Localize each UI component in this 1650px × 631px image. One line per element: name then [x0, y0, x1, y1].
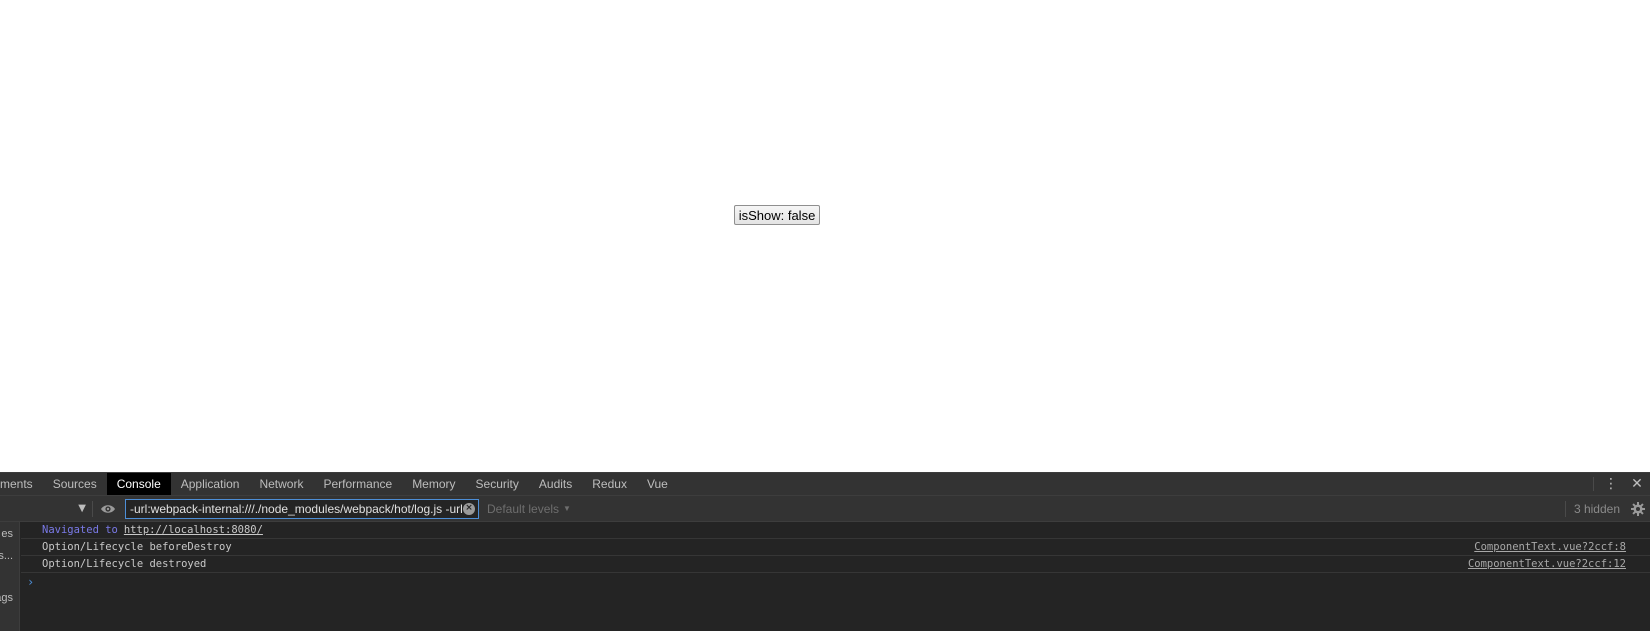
console-source-link[interactable]: ComponentText.vue?2ccf:12	[1468, 558, 1626, 570]
filter-field: ×	[125, 498, 479, 519]
tab-console[interactable]: Console	[106, 473, 171, 495]
log-levels-dropdown[interactable]: Default levels ▼	[487, 502, 571, 516]
devtools-tabs: ments Sources Console Application Networ…	[0, 473, 678, 495]
clear-filter-icon[interactable]: ×	[463, 502, 475, 515]
toolbar-right: 3 hidden	[1564, 497, 1650, 521]
filter-input[interactable]	[126, 499, 462, 518]
tab-application[interactable]: Application	[171, 473, 250, 495]
navigated-prefix: Navigated to	[42, 524, 118, 536]
context-select-dropdown[interactable]: ▼	[0, 496, 92, 522]
console-message: Option/Lifecycle destroyed ComponentText…	[21, 556, 1650, 573]
tab-security[interactable]: Security	[466, 473, 529, 495]
tab-vue[interactable]: Vue	[637, 473, 678, 495]
tab-elements[interactable]: ments	[0, 473, 43, 495]
chevron-down-icon: ▼	[563, 504, 571, 513]
hidden-count-badge: 3 hidden	[1573, 501, 1620, 516]
console-sidebar: es s... ags	[0, 522, 20, 631]
console-toolbar: ▼ × Default levels ▼ 3 hidden	[0, 496, 1650, 522]
tabbar-actions: ⋮ ✕	[1589, 473, 1650, 495]
sidebar-item-errors[interactable]: s...	[0, 550, 13, 562]
console-source-link[interactable]: ComponentText.vue?2ccf:8	[1474, 541, 1626, 553]
console-message-text: Option/Lifecycle beforeDestroy	[42, 541, 232, 553]
console-message-navigated: Navigated to http://localhost:8080/	[21, 522, 1650, 539]
tab-sources[interactable]: Sources	[43, 473, 107, 495]
navigated-url-link[interactable]: http://localhost:8080/	[124, 524, 263, 536]
console-message-text: Option/Lifecycle destroyed	[42, 558, 207, 570]
sidebar-item-messages[interactable]: es	[1, 528, 13, 540]
devtools-tabbar: ments Sources Console Application Networ…	[0, 472, 1650, 496]
tab-performance[interactable]: Performance	[313, 473, 402, 495]
chevron-down-icon: ▼	[78, 503, 86, 514]
console-output: Navigated to http://localhost:8080/ Opti…	[21, 522, 1650, 631]
is-show-toggle-button[interactable]: isShow: false	[734, 205, 820, 225]
tab-redux[interactable]: Redux	[582, 473, 637, 495]
more-menu-icon[interactable]: ⋮	[1598, 473, 1624, 495]
log-levels-label: Default levels	[487, 501, 560, 516]
page-viewport: isShow: false	[0, 0, 1650, 472]
console-message: Option/Lifecycle beforeDestroy Component…	[21, 539, 1650, 556]
tab-audits[interactable]: Audits	[529, 473, 582, 495]
tab-network[interactable]: Network	[249, 473, 313, 495]
toolbar-divider	[1564, 500, 1566, 517]
prompt-chevron-icon: ›	[27, 575, 35, 589]
console-prompt: ›	[21, 573, 1650, 591]
close-icon[interactable]: ✕	[1624, 473, 1650, 495]
eye-icon[interactable]	[93, 496, 123, 522]
tabbar-divider	[1593, 477, 1594, 491]
tab-memory[interactable]: Memory	[402, 473, 465, 495]
console-input[interactable]	[42, 574, 1543, 590]
sidebar-item-debug[interactable]: ags	[0, 592, 13, 604]
devtools-panel: ments Sources Console Application Networ…	[0, 472, 1650, 631]
gear-icon[interactable]	[1626, 497, 1650, 521]
